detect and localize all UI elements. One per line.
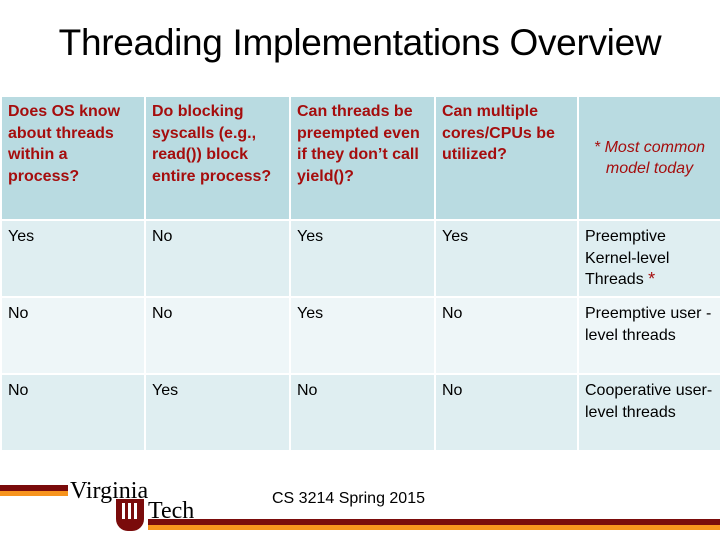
- footer-left-orange-bar: [0, 491, 68, 496]
- header-preemption: Can threads be preempted even if they do…: [289, 95, 436, 221]
- slide-title: Threading Implementations Overview: [58, 22, 662, 63]
- footer-right-orange-bar: [148, 525, 720, 530]
- cell-model: Cooperative user-level threads: [577, 373, 720, 452]
- cell: Yes: [289, 296, 436, 375]
- cell: Yes: [0, 219, 146, 298]
- logo-tech-text: Tech: [148, 498, 195, 524]
- cell: No: [434, 296, 579, 375]
- cell: No: [144, 219, 291, 298]
- threading-comparison-table: Does OS know about threads within a proc…: [0, 95, 720, 452]
- cell-model: Preemptive user -level threads: [577, 296, 720, 375]
- model-label: Preemptive Kernel-level Threads: [585, 228, 670, 288]
- header-multicore: Can multiple cores/CPUs be utilized?: [434, 95, 579, 221]
- header-blocking-syscalls: Do blocking syscalls (e.g., read()) bloc…: [144, 95, 291, 221]
- cell: No: [434, 373, 579, 452]
- cell: Yes: [144, 373, 291, 452]
- cell: No: [289, 373, 436, 452]
- table-row: No Yes No No Cooperative user-level thre…: [0, 373, 720, 452]
- footer-course-label: CS 3214 Spring 2015: [272, 490, 425, 507]
- header-os-knows: Does OS know about threads within a proc…: [0, 95, 146, 221]
- cell: Yes: [434, 219, 579, 298]
- asterisk-marker: *: [648, 269, 656, 289]
- cell: No: [144, 296, 291, 375]
- cell: No: [0, 296, 146, 375]
- cell: No: [0, 373, 146, 452]
- header-note: * Most common model today: [577, 95, 720, 221]
- cell-model: Preemptive Kernel-level Threads *: [577, 219, 720, 298]
- table-row: No No Yes No Preemptive user -level thre…: [0, 296, 720, 375]
- cell: Yes: [289, 219, 436, 298]
- table-header-row: Does OS know about threads within a proc…: [0, 95, 720, 221]
- vt-shield-icon: [116, 499, 144, 531]
- table-row: Yes No Yes Yes Preemptive Kernel-level T…: [0, 219, 720, 298]
